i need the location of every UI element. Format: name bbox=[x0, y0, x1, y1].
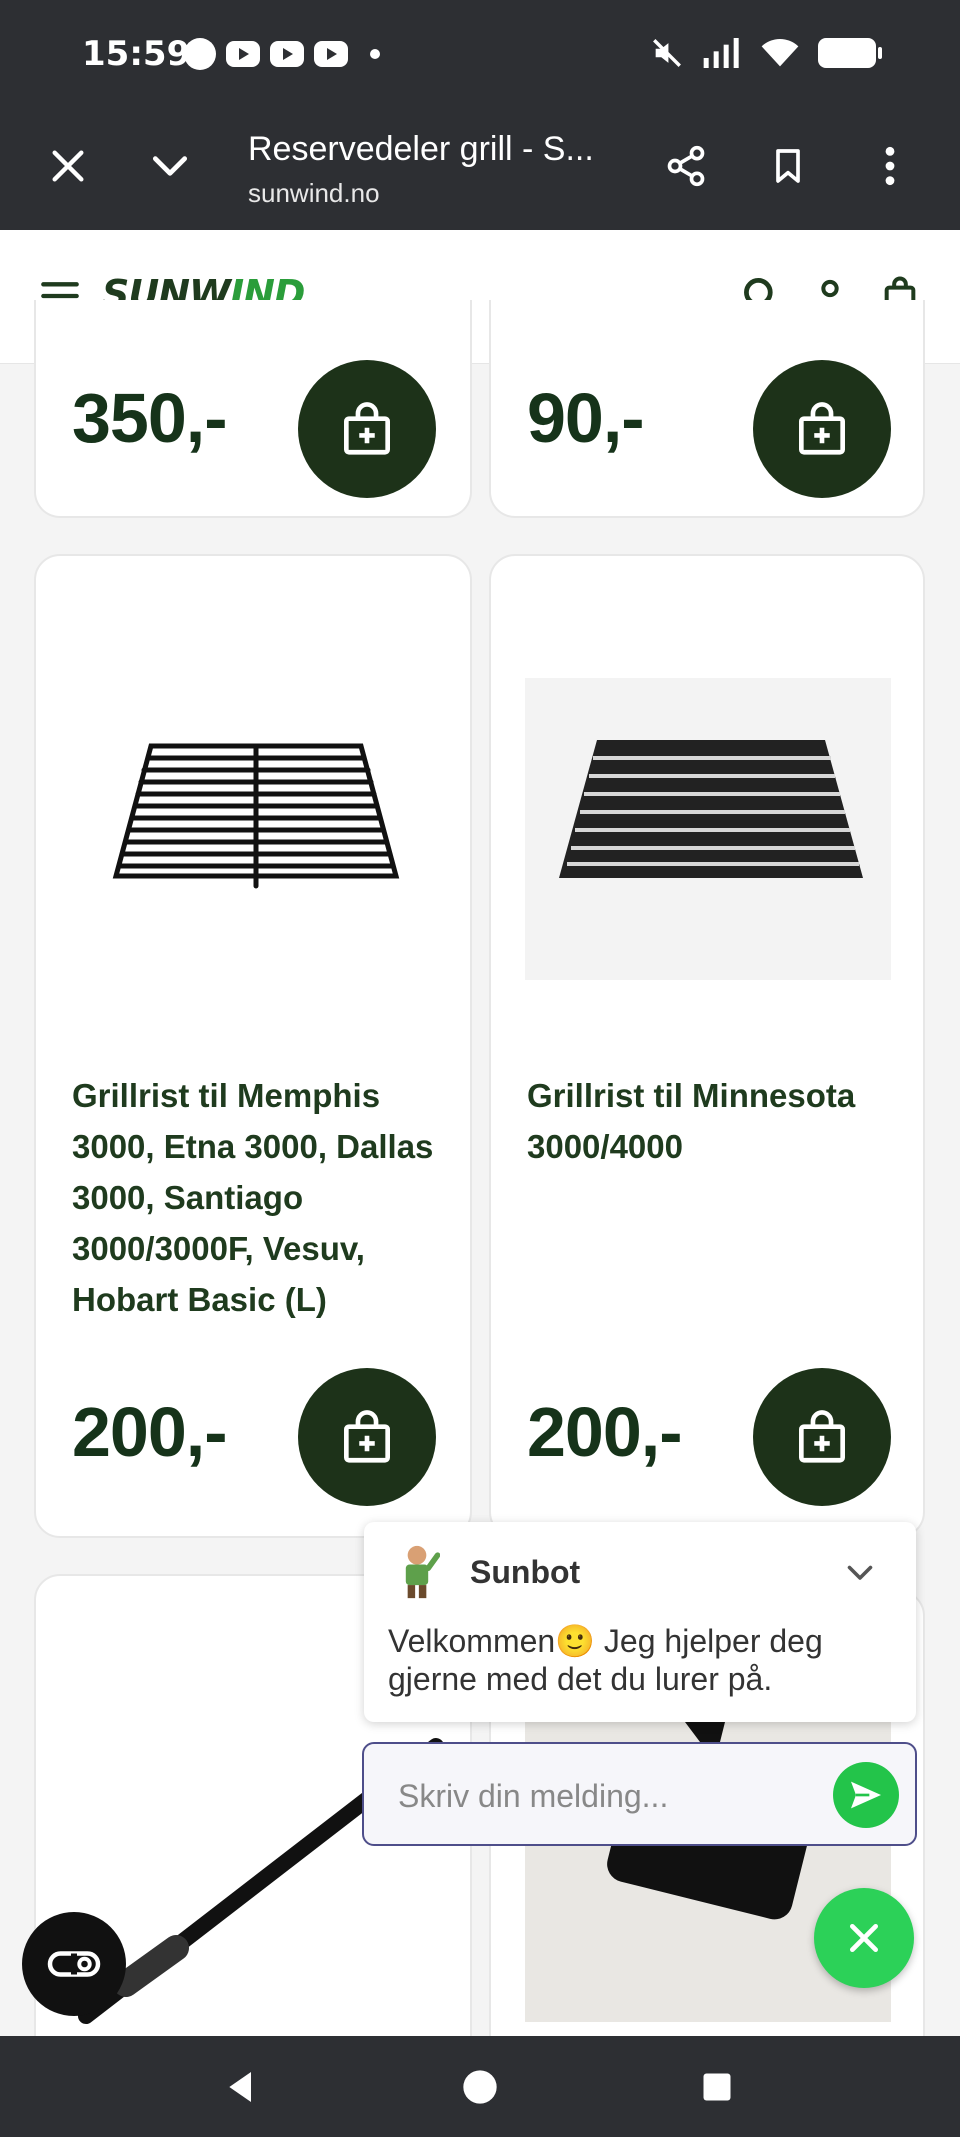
page-title: Reservedeler grill - S... bbox=[248, 130, 594, 168]
product-card[interactable]: Grillrist til Minnesota 3000/4000 200,- bbox=[489, 554, 925, 1538]
link-icon bbox=[47, 1951, 101, 1977]
add-to-cart-button[interactable] bbox=[753, 1368, 891, 1506]
youtube-icon bbox=[314, 41, 348, 67]
send-message-button[interactable] bbox=[833, 1762, 899, 1828]
product-price: 350,- bbox=[72, 379, 228, 457]
close-icon bbox=[850, 1924, 878, 1952]
chevron-down-icon bbox=[152, 156, 188, 176]
chat-input-placeholder: Skriv din melding... bbox=[398, 1778, 669, 1814]
youtube-icon bbox=[226, 41, 260, 67]
product-card[interactable]: 350,- bbox=[34, 300, 472, 518]
notification-icons bbox=[184, 38, 380, 70]
add-to-bag-icon bbox=[344, 402, 390, 455]
home-circle-icon bbox=[463, 2070, 497, 2104]
product-card[interactable]: 90,- bbox=[489, 300, 925, 518]
product-image-cast-iron-grate bbox=[525, 678, 891, 980]
back-triangle-icon bbox=[229, 2072, 251, 2102]
more-options-button[interactable] bbox=[850, 126, 930, 206]
sunbot-avatar-icon bbox=[405, 1545, 440, 1599]
coop-app-icon bbox=[184, 38, 216, 70]
recents-button[interactable] bbox=[686, 2056, 748, 2118]
collapse-chat-button[interactable] bbox=[842, 1554, 886, 1598]
more-vert-icon bbox=[885, 146, 895, 186]
back-button[interactable] bbox=[210, 2056, 272, 2118]
close-icon bbox=[52, 150, 84, 182]
home-button[interactable] bbox=[449, 2056, 511, 2118]
add-to-cart-button[interactable] bbox=[298, 360, 436, 498]
youtube-icon bbox=[270, 41, 304, 67]
mute-icon bbox=[653, 39, 681, 67]
more-notifications-icon bbox=[370, 49, 380, 59]
chatbot-card: Sunbot Velkommen🙂 Jeg hjelper deg gjerne… bbox=[364, 1522, 916, 1722]
browser-toolbar: Reservedeler grill - S... sunwind.no bbox=[0, 108, 960, 230]
add-to-cart-button[interactable] bbox=[298, 1368, 436, 1506]
close-tab-button[interactable] bbox=[28, 126, 108, 206]
product-price: 90,- bbox=[527, 379, 645, 457]
share-button[interactable] bbox=[646, 126, 726, 206]
bookmark-button[interactable] bbox=[748, 126, 828, 206]
bookmark-icon bbox=[776, 149, 800, 183]
overlay-link-button[interactable] bbox=[22, 1912, 126, 2016]
product-image-grill-grate bbox=[112, 743, 400, 889]
battery-icon bbox=[818, 38, 882, 68]
chatbot-welcome-message: Velkommen🙂 Jeg hjelper deg gjerne med de… bbox=[388, 1623, 823, 1697]
status-time: 15:59 bbox=[82, 34, 191, 74]
product-title[interactable]: Grillrist til Memphis 3000, Etna 3000, D… bbox=[72, 1070, 442, 1325]
page-url[interactable]: sunwind.no bbox=[248, 178, 380, 209]
wifi-icon bbox=[761, 39, 799, 67]
recents-square-icon bbox=[703, 2073, 731, 2101]
share-icon bbox=[667, 145, 705, 187]
system-navigation-bar bbox=[0, 2036, 960, 2137]
add-to-bag-icon bbox=[344, 1410, 390, 1463]
minimize-button[interactable] bbox=[130, 126, 210, 206]
product-price: 200,- bbox=[527, 1393, 683, 1471]
close-chat-button[interactable] bbox=[814, 1888, 914, 1988]
product-card[interactable]: Grillrist til Memphis 3000, Etna 3000, D… bbox=[34, 554, 472, 1538]
system-icons bbox=[650, 36, 882, 70]
chevron-down-icon bbox=[847, 1565, 873, 1580]
add-to-bag-icon bbox=[799, 1410, 845, 1463]
chatbot-name: Sunbot bbox=[470, 1554, 581, 1590]
add-to-cart-button[interactable] bbox=[753, 360, 891, 498]
product-title[interactable]: Grillrist til Minnesota 3000/4000 bbox=[527, 1070, 897, 1172]
send-icon bbox=[851, 1781, 881, 1809]
add-to-bag-icon bbox=[799, 402, 845, 455]
status-bar: 15:59 bbox=[0, 0, 960, 108]
chat-input-field[interactable]: Skriv din melding... bbox=[362, 1742, 917, 1846]
signal-icon bbox=[703, 38, 739, 68]
product-price: 200,- bbox=[72, 1393, 228, 1471]
